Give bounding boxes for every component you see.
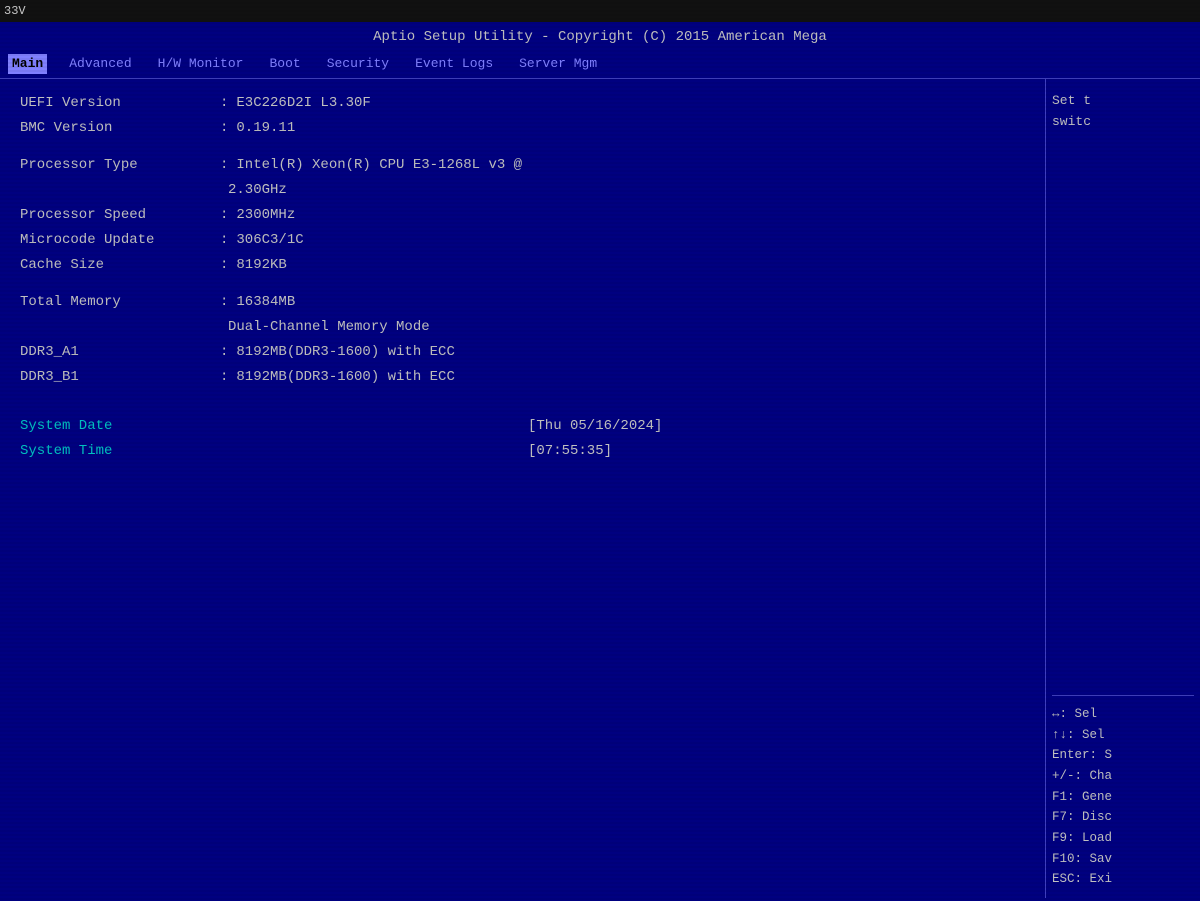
nav-servermgmt[interactable]: Server Mgm (515, 54, 601, 74)
main-content: UEFI Version : E3C226D2I L3.30F BMC Vers… (0, 79, 1045, 898)
sidebar-top-text1: Set t (1052, 91, 1194, 112)
help-row-esc: ESC: Exi (1052, 869, 1194, 890)
ddr3b1-label: DDR3_B1 (20, 367, 220, 388)
spacer3 (20, 392, 1025, 404)
microcode-row: Microcode Update : 306C3/1C (20, 230, 1025, 251)
nav-boot[interactable]: Boot (265, 54, 304, 74)
processor-type-row: Processor Type : Intel(R) Xeon(R) CPU E3… (20, 155, 1025, 176)
processor-type-value: Intel(R) Xeon(R) CPU E3-1268L v3 @ (236, 155, 522, 176)
uefi-value: E3C226D2I L3.30F (236, 93, 370, 114)
system-date-row[interactable]: System Date [Thu 05/16/2024] (20, 416, 1025, 437)
right-sidebar: Set t switc ↔: Sel ↑↓: Sel Enter: S +/-:… (1045, 79, 1200, 898)
help-row-f1: F1: Gene (1052, 787, 1194, 808)
sidebar-top-text2: switc (1052, 112, 1194, 133)
processor-speed-cont-value: 2.30GHz (228, 180, 287, 201)
bmc-value: 0.19.11 (236, 118, 295, 139)
system-date-value[interactable]: [Thu 05/16/2024] (528, 416, 662, 437)
ddr3b1-row: DDR3_B1 : 8192MB(DDR3-1600) with ECC (20, 367, 1025, 388)
system-time-label: System Time (20, 441, 220, 462)
processor-speed-cont-row: 2.30GHz (20, 180, 1025, 201)
help-row-sel-lr: ↔: Sel (1052, 704, 1194, 725)
ddr3a1-value: 8192MB(DDR3-1600) with ECC (236, 342, 454, 363)
spacer4 (20, 404, 1025, 416)
help-row-f10: F10: Sav (1052, 849, 1194, 870)
spacer1 (20, 143, 1025, 155)
nav-hwmonitor[interactable]: H/W Monitor (154, 54, 248, 74)
ddr3a1-label: DDR3_A1 (20, 342, 220, 363)
microcode-value: 306C3/1C (236, 230, 303, 251)
cache-size-row: Cache Size : 8192KB (20, 255, 1025, 276)
memory-mode-row: Dual-Channel Memory Mode (20, 317, 1025, 338)
ddr3a1-row: DDR3_A1 : 8192MB(DDR3-1600) with ECC (20, 342, 1025, 363)
bios-title: Aptio Setup Utility - Copyright (C) 2015… (373, 29, 827, 45)
system-time-row[interactable]: System Time [07:55:35] (20, 441, 1025, 462)
processor-speed-cont-label (20, 180, 220, 201)
screen: 33V Aptio Setup Utility - Copyright (C) … (0, 0, 1200, 901)
help-row-f9: F9: Load (1052, 828, 1194, 849)
microcode-label: Microcode Update (20, 230, 220, 251)
total-memory-value: 16384MB (236, 292, 295, 313)
help-row-enter: Enter: S (1052, 745, 1194, 766)
bmc-label: BMC Version (20, 118, 220, 139)
top-bar: 33V (0, 0, 1200, 22)
processor-speed-row: Processor Speed : 2300MHz (20, 205, 1025, 226)
bios-container: Aptio Setup Utility - Copyright (C) 2015… (0, 22, 1200, 901)
uefi-label: UEFI Version (20, 93, 220, 114)
system-date-label: System Date (20, 416, 220, 437)
nav-security[interactable]: Security (323, 54, 393, 74)
total-memory-row: Total Memory : 16384MB (20, 292, 1025, 313)
total-memory-label: Total Memory (20, 292, 220, 313)
nav-bar: Main Advanced H/W Monitor Boot Security … (0, 52, 1200, 79)
processor-speed-label: Processor Speed (20, 205, 220, 226)
processor-speed-value: 2300MHz (236, 205, 295, 226)
cache-size-label: Cache Size (20, 255, 220, 276)
sidebar-top: Set t switc (1052, 87, 1194, 687)
sidebar-help: ↔: Sel ↑↓: Sel Enter: S +/-: Cha F1: Gen… (1052, 695, 1194, 890)
voltage-label: 33V (4, 4, 26, 18)
nav-main[interactable]: Main (8, 54, 47, 74)
help-row-plusminus: +/-: Cha (1052, 766, 1194, 787)
uefi-version-row: UEFI Version : E3C226D2I L3.30F (20, 93, 1025, 114)
content-area: UEFI Version : E3C226D2I L3.30F BMC Vers… (0, 79, 1200, 898)
system-time-value[interactable]: [07:55:35] (528, 441, 612, 462)
bmc-version-row: BMC Version : 0.19.11 (20, 118, 1025, 139)
cache-size-value: 8192KB (236, 255, 286, 276)
title-bar: Aptio Setup Utility - Copyright (C) 2015… (0, 22, 1200, 52)
help-row-sel-ud: ↑↓: Sel (1052, 725, 1194, 746)
spacer2 (20, 280, 1025, 292)
ddr3b1-value: 8192MB(DDR3-1600) with ECC (236, 367, 454, 388)
processor-type-label: Processor Type (20, 155, 220, 176)
memory-mode-value: Dual-Channel Memory Mode (228, 317, 430, 338)
help-row-f7: F7: Disc (1052, 807, 1194, 828)
nav-advanced[interactable]: Advanced (65, 54, 135, 74)
memory-mode-label (20, 317, 220, 338)
nav-eventlogs[interactable]: Event Logs (411, 54, 497, 74)
